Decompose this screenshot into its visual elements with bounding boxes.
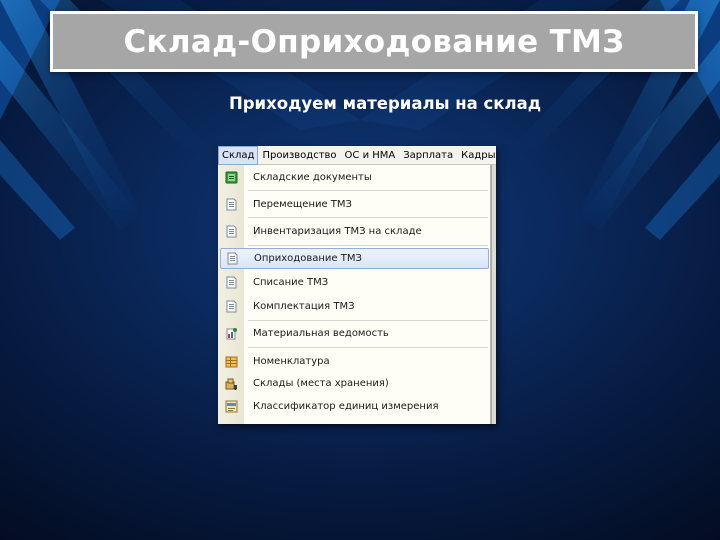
document-icon [226,225,237,238]
catalog-icon [225,356,238,368]
classifier-icon [225,400,238,413]
menu-item-label: Материальная ведомость [253,328,389,339]
document-icon [226,300,237,313]
menu-item-label: Списание ТМЗ [253,277,329,288]
menu-item-label: Номенклатура [253,356,330,367]
menu-separator [248,347,488,348]
slide-title: Склад-Оприходование ТМЗ [123,23,625,60]
menu-separator [248,190,488,191]
menu-sklad[interactable]: Склад [218,146,259,165]
menu-item-oprihodovanie-tmz[interactable]: Оприходование ТМЗ [220,248,489,269]
menu-separator [248,320,488,321]
slide-subtitle: Приходуем материалы на склад [228,94,542,113]
menu-item-label: Складские документы [253,172,372,183]
menu-item-materialnaya-vedomost[interactable]: Материальная ведомость [218,323,491,344]
menu-item-label: Комплектация ТМЗ [253,301,355,312]
menu-zarplata[interactable]: Зарплата [399,146,457,165]
menu-proizvodstvo[interactable]: Производство [258,146,340,165]
document-icon [226,276,237,289]
menu-item-skladskie-dokumenty[interactable]: Складские документы [218,167,491,188]
green-folder-icon [225,171,238,184]
app-screenshot: Склад Производство ОС и НМА Зарплата Кад… [218,146,496,424]
menu-item-sklady[interactable]: Склады (места хранения) [218,373,491,394]
menu-item-label: Инвентаризация ТМЗ на складе [253,226,422,237]
slide-title-box: Склад-Оприходование ТМЗ [50,11,698,72]
menu-item-klassifikator-edinic[interactable]: Классификатор единиц измерения [218,396,491,417]
menu-item-label: Перемещение ТМЗ [253,199,352,210]
window-background [491,165,496,424]
menu-item-label: Оприходование ТМЗ [254,253,362,264]
menu-separator [248,245,488,246]
menu-item-inventarizaciya-tmz[interactable]: Инвентаризация ТМЗ на складе [218,221,491,242]
menu-item-komplektaciya-tmz[interactable]: Комплектация ТМЗ [218,296,491,317]
menu-os-nma[interactable]: ОС и НМА [341,146,400,165]
menu-item-peremeshchenie-tmz[interactable]: Перемещение ТМЗ [218,194,491,215]
report-icon [226,328,237,340]
menu-item-nomenklatura[interactable]: Номенклатура [218,351,491,372]
menu-separator [248,217,488,218]
warehouse-icon [225,378,237,390]
document-icon [227,252,238,265]
document-icon [226,198,237,211]
menu-item-label: Склады (места хранения) [253,378,389,389]
menu-item-spisanie-tmz[interactable]: Списание ТМЗ [218,272,491,293]
menu-item-label: Классификатор единиц измерения [253,401,439,412]
menu-bar: Склад Производство ОС и НМА Зарплата Кад… [218,146,496,165]
menu-kadry[interactable]: Кадры [457,146,496,165]
sklad-dropdown-menu: Складские документы Перемещение ТМЗ Инве… [218,165,491,424]
